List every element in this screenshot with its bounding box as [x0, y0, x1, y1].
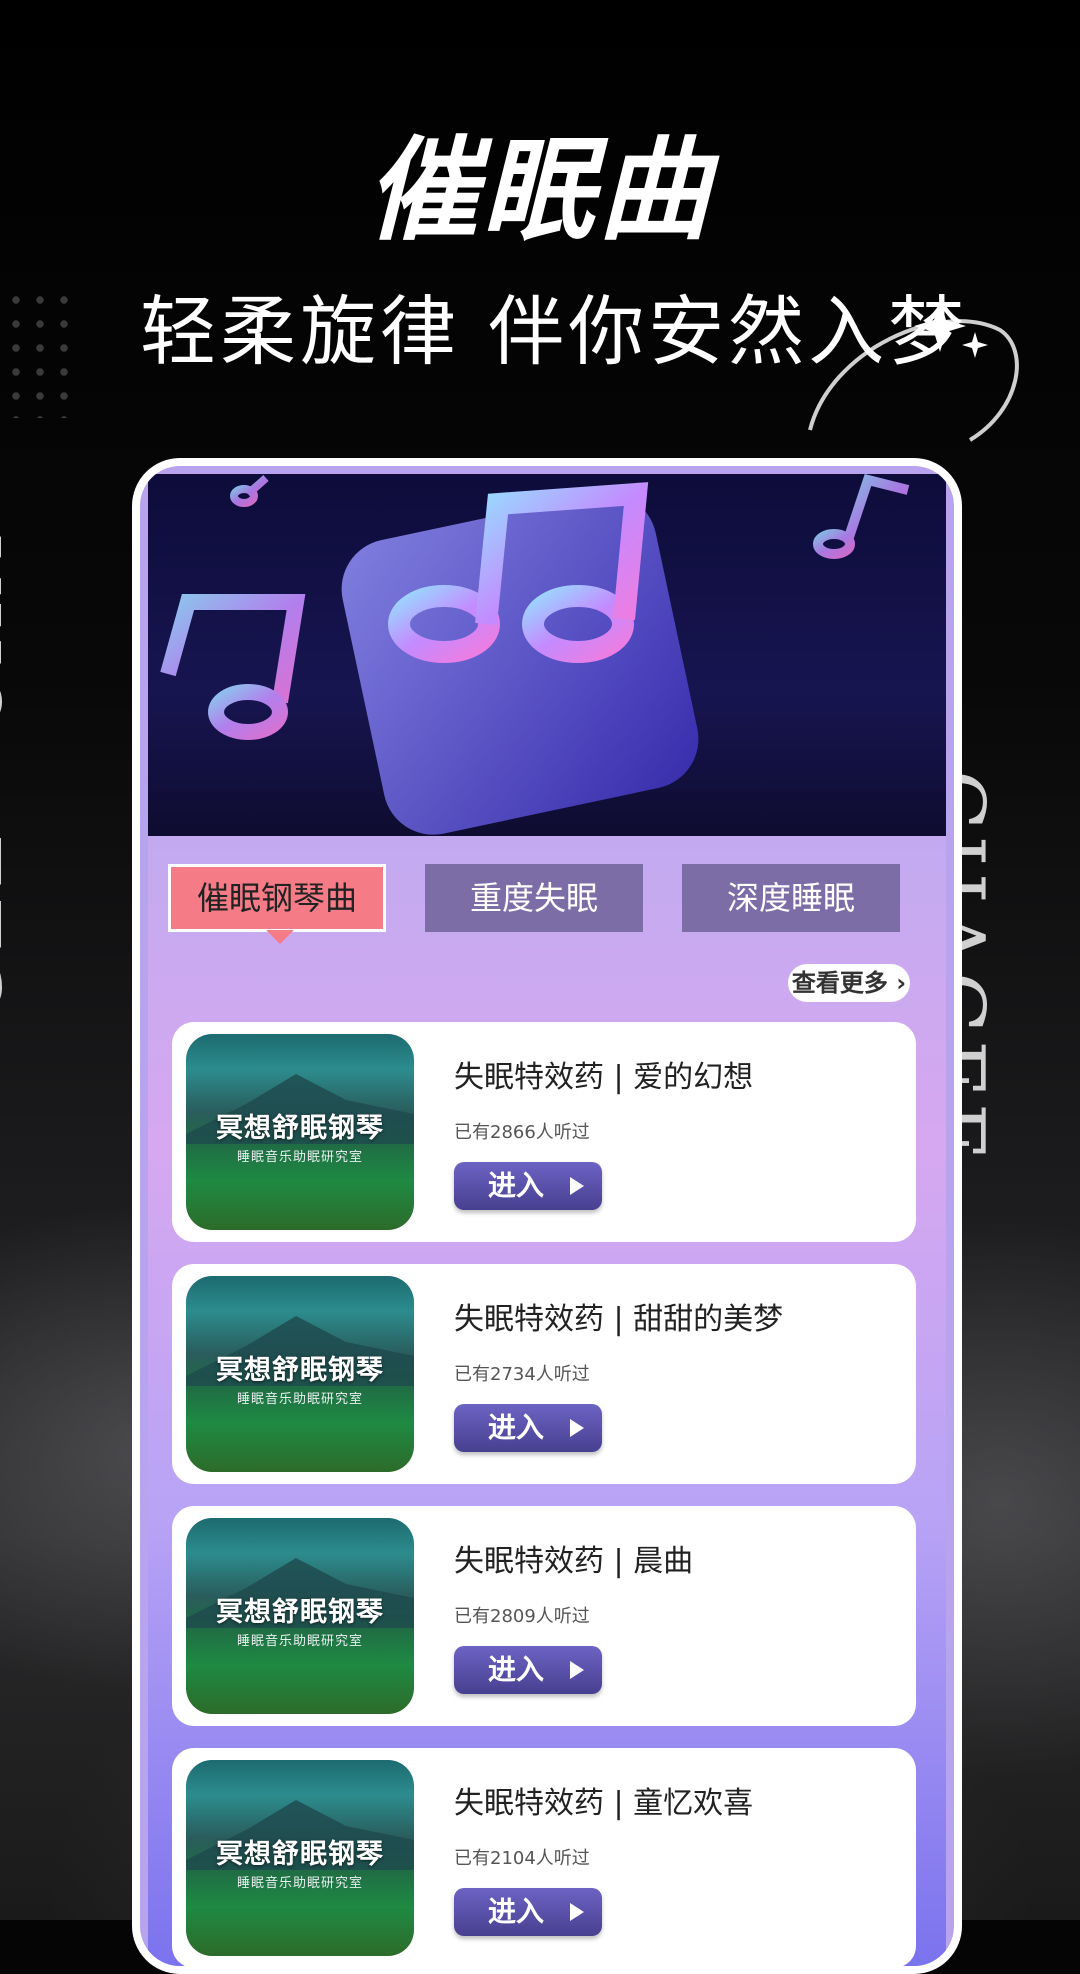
category-tabs: 催眠钢琴曲 重度失眠 深度睡眠: [168, 864, 928, 944]
enter-button[interactable]: 进入: [454, 1162, 602, 1210]
cover-title: 冥想舒眠钢琴: [216, 1355, 384, 1386]
enter-button[interactable]: 进入: [454, 1404, 602, 1452]
album-cover: 冥想舒眠钢琴 睡眠音乐助眠研究室: [186, 1034, 414, 1230]
play-arrow-icon: [570, 1661, 584, 1679]
page-subtitle: 轻柔旋律 伴你安然入梦: [140, 287, 969, 376]
list-item[interactable]: 冥想舒眠钢琴 睡眠音乐助眠研究室 失眠特效药 | 甜甜的美梦 已有2734人听过…: [172, 1264, 916, 1484]
music-note-icon: [160, 474, 910, 835]
track-title: 失眠特效药 | 爱的幻想: [454, 1060, 754, 1095]
cover-title: 冥想舒眠钢琴: [216, 1597, 384, 1628]
enter-button[interactable]: 进入: [454, 1888, 602, 1936]
tab-severe-insomnia[interactable]: 重度失眠: [425, 864, 643, 932]
enter-button[interactable]: 进入: [454, 1646, 602, 1694]
enter-label: 进入: [488, 1653, 545, 1686]
phone-frame: 催眠钢琴曲 重度失眠 深度睡眠 查看更多 › 冥想舒眠钢琴 睡眠音乐助眠研究室 …: [132, 458, 962, 1974]
track-title: 失眠特效药 | 甜甜的美梦: [454, 1302, 784, 1337]
track-title: 失眠特效药 | 晨曲: [454, 1544, 694, 1579]
album-cover: 冥想舒眠钢琴 睡眠音乐助眠研究室: [186, 1518, 414, 1714]
enter-label: 进入: [488, 1895, 545, 1928]
view-more-label: 查看更多: [791, 969, 888, 997]
chevron-right-icon: ›: [887, 969, 907, 997]
view-more-button[interactable]: 查看更多 ›: [788, 964, 910, 1002]
album-cover: 冥想舒眠钢琴 睡眠音乐助眠研究室: [186, 1760, 414, 1956]
list-item[interactable]: 冥想舒眠钢琴 睡眠音乐助眠研究室 失眠特效药 | 童忆欢喜 已有2104人听过 …: [172, 1748, 916, 1966]
listen-count: 已有2734人听过: [454, 1364, 590, 1385]
track-title: 失眠特效药 | 童忆欢喜: [454, 1786, 754, 1821]
active-tab-pointer: [266, 930, 294, 944]
list-item[interactable]: 冥想舒眠钢琴 睡眠音乐助眠研究室 失眠特效药 | 晨曲 已有2809人听过 进入: [172, 1506, 916, 1726]
dot-grid-decoration: [4, 288, 74, 418]
enter-label: 进入: [488, 1411, 545, 1444]
cover-subtitle: 睡眠音乐助眠研究室: [236, 1634, 363, 1649]
page-title: 催眠曲: [366, 126, 714, 256]
cover-subtitle: 睡眠音乐助眠研究室: [236, 1392, 363, 1407]
tab-hypnosis-piano[interactable]: 催眠钢琴曲: [168, 864, 386, 932]
tab-deep-sleep[interactable]: 深度睡眠: [682, 864, 900, 932]
play-arrow-icon: [570, 1903, 584, 1921]
cover-subtitle: 睡眠音乐助眠研究室: [236, 1876, 363, 1891]
cover-title: 冥想舒眠钢琴: [216, 1839, 384, 1870]
music-banner: [148, 474, 946, 836]
play-arrow-icon: [570, 1177, 584, 1195]
cover-subtitle: 睡眠音乐助眠研究室: [236, 1150, 363, 1165]
list-item[interactable]: 冥想舒眠钢琴 睡眠音乐助眠研究室 失眠特效药 | 爱的幻想 已有2866人听过 …: [172, 1022, 916, 1242]
listen-count: 已有2809人听过: [454, 1606, 590, 1627]
play-arrow-icon: [570, 1419, 584, 1437]
side-text-left: GEE · CHA: [0, 531, 20, 1020]
listen-count: 已有2866人听过: [454, 1122, 590, 1143]
album-cover: 冥想舒眠钢琴 睡眠音乐助眠研究室: [186, 1276, 414, 1472]
phone-screen: 催眠钢琴曲 重度失眠 深度睡眠 查看更多 › 冥想舒眠钢琴 睡眠音乐助眠研究室 …: [148, 474, 946, 1966]
enter-label: 进入: [488, 1169, 545, 1202]
listen-count: 已有2104人听过: [454, 1848, 590, 1869]
cover-title: 冥想舒眠钢琴: [216, 1113, 384, 1144]
